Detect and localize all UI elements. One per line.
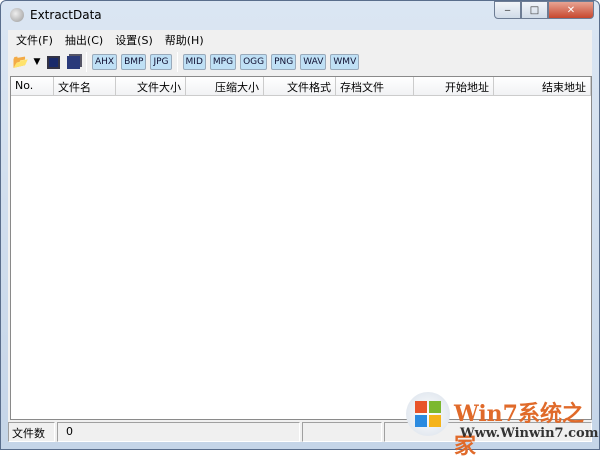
format-mpg-button[interactable]: MPG <box>209 54 237 70</box>
watermark: Win7系统之家 Www.Winwin7.com <box>398 392 599 459</box>
column-file-size[interactable]: 文件大小 <box>116 77 186 95</box>
menu-help[interactable]: 帮助(H) <box>159 30 210 48</box>
app-icon <box>10 8 24 22</box>
format-jpg-button[interactable]: JPG <box>150 54 172 70</box>
column-archive-file[interactable]: 存档文件 <box>336 77 414 95</box>
window-title: ExtractData <box>30 8 102 22</box>
column-file-format[interactable]: 文件格式 <box>264 77 336 95</box>
status-file-count: 0 <box>57 422 300 442</box>
save-all-icon[interactable] <box>64 53 82 71</box>
column-filename[interactable]: 文件名 <box>54 77 116 95</box>
menu-file[interactable]: 文件(F) <box>10 30 59 48</box>
format-ogg-button[interactable]: OGG <box>240 54 268 70</box>
format-ahx-button[interactable]: AHX <box>92 54 118 70</box>
save-icon[interactable] <box>44 53 62 71</box>
column-compressed-size[interactable]: 压缩大小 <box>186 77 264 95</box>
menu-settings[interactable]: 设置(S) <box>109 30 159 48</box>
title-bar[interactable]: ExtractData ‒ □ ✕ <box>0 0 600 30</box>
column-end-address[interactable]: 结束地址 <box>494 77 591 95</box>
column-start-address[interactable]: 开始地址 <box>414 77 494 95</box>
list-header: No. 文件名 文件大小 压缩大小 文件格式 存档文件 开始地址 结束地址 <box>11 77 591 96</box>
toolbar-separator <box>86 52 87 72</box>
toolbar: 📂 ▼ AHX BMP JPG MID MPG OGG PNG WAV WMV <box>8 50 592 74</box>
windows-logo-icon <box>406 392 450 436</box>
format-mid-button[interactable]: MID <box>182 54 206 70</box>
open-folder-icon[interactable]: 📂 <box>12 53 30 71</box>
status-file-count-label: 文件数 <box>8 422 55 442</box>
maximize-button[interactable]: □ <box>521 1 548 19</box>
file-list[interactable]: No. 文件名 文件大小 压缩大小 文件格式 存档文件 开始地址 结束地址 <box>10 76 592 420</box>
menu-bar: 文件(F) 抽出(C) 设置(S) 帮助(H) <box>8 30 592 48</box>
format-wmv-button[interactable]: WMV <box>330 54 360 70</box>
client-area: 文件(F) 抽出(C) 设置(S) 帮助(H) 📂 ▼ AHX BMP JPG … <box>8 30 592 442</box>
watermark-url: Www.Winwin7.com <box>460 426 599 441</box>
status-panel <box>302 422 382 442</box>
dropdown-arrow-icon[interactable]: ▼ <box>32 53 42 71</box>
close-button[interactable]: ✕ <box>548 1 594 19</box>
format-wav-button[interactable]: WAV <box>300 54 327 70</box>
format-bmp-button[interactable]: BMP <box>121 54 147 70</box>
toolbar-separator <box>176 52 178 72</box>
format-png-button[interactable]: PNG <box>271 54 297 70</box>
minimize-button[interactable]: ‒ <box>494 1 521 19</box>
column-no[interactable]: No. <box>11 77 54 95</box>
menu-extract[interactable]: 抽出(C) <box>59 30 109 48</box>
